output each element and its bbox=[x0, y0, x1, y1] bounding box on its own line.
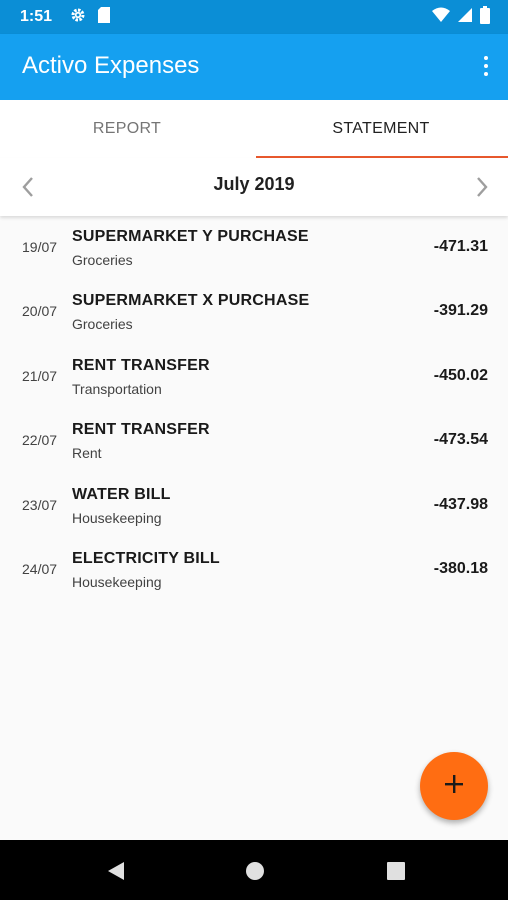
home-icon[interactable] bbox=[244, 860, 266, 882]
transaction-title: SUPERMARKET Y PURCHASE bbox=[72, 228, 309, 245]
back-icon[interactable] bbox=[104, 860, 126, 882]
app-bar: Activo Expenses bbox=[0, 34, 508, 100]
status-bar: 1:51 bbox=[0, 0, 508, 34]
add-expense-button[interactable] bbox=[420, 752, 488, 820]
transaction-title: RENT TRANSFER bbox=[72, 357, 210, 374]
transaction-row[interactable]: 22/07 RENT TRANSFER Rent -473.54 bbox=[0, 409, 508, 473]
transaction-category: Housekeeping bbox=[72, 510, 162, 526]
tab-statement[interactable]: STATEMENT bbox=[254, 100, 508, 158]
transaction-amount: -450.02 bbox=[433, 367, 488, 384]
transaction-date: 20/07 bbox=[22, 303, 58, 319]
transaction-amount: -380.18 bbox=[433, 560, 488, 577]
transaction-amount: -391.29 bbox=[433, 302, 488, 319]
sd-card-icon bbox=[98, 6, 111, 28]
transaction-row[interactable]: 19/07 SUPERMARKET Y PURCHASE Groceries -… bbox=[0, 216, 508, 280]
tab-bar: REPORT STATEMENT bbox=[0, 100, 508, 158]
system-nav-bar bbox=[0, 840, 508, 900]
chevron-right-icon[interactable] bbox=[470, 174, 494, 200]
plus-icon bbox=[443, 773, 465, 800]
transaction-date: 24/07 bbox=[22, 561, 58, 577]
signal-icon bbox=[458, 7, 472, 28]
transaction-title: ELECTRICITY BILL bbox=[72, 550, 220, 567]
transaction-title: SUPERMARKET X PURCHASE bbox=[72, 292, 310, 309]
transaction-row[interactable]: 23/07 WATER BILL Housekeeping -437.98 bbox=[0, 474, 508, 538]
transaction-date: 22/07 bbox=[22, 432, 58, 448]
battery-icon bbox=[480, 5, 490, 29]
transaction-title: RENT TRANSFER bbox=[72, 421, 210, 438]
status-time: 1:51 bbox=[20, 8, 53, 25]
transaction-amount: -471.31 bbox=[433, 238, 488, 255]
transaction-row[interactable]: 21/07 RENT TRANSFER Transportation -450.… bbox=[0, 345, 508, 409]
transaction-row[interactable]: 24/07 ELECTRICITY BILL Housekeeping -380… bbox=[0, 538, 508, 602]
transaction-category: Rent bbox=[72, 445, 102, 461]
overflow-menu-icon[interactable] bbox=[482, 54, 490, 80]
app-title: Activo Expenses bbox=[22, 52, 200, 79]
transaction-amount: -473.54 bbox=[433, 431, 488, 448]
transaction-date: 19/07 bbox=[22, 239, 58, 255]
recents-icon[interactable] bbox=[385, 860, 407, 882]
transaction-row[interactable]: 20/07 SUPERMARKET X PURCHASE Groceries -… bbox=[0, 280, 508, 344]
gear-icon bbox=[70, 7, 86, 28]
transaction-date: 23/07 bbox=[22, 497, 58, 513]
wifi-icon bbox=[432, 7, 450, 28]
transaction-category: Groceries bbox=[72, 316, 133, 332]
month-label: July 2019 bbox=[213, 174, 295, 194]
transaction-date: 21/07 bbox=[22, 368, 58, 384]
transaction-title: WATER BILL bbox=[72, 486, 171, 503]
transaction-category: Groceries bbox=[72, 252, 133, 268]
transaction-amount: -437.98 bbox=[433, 496, 488, 513]
tab-report[interactable]: REPORT bbox=[0, 100, 254, 158]
transaction-category: Transportation bbox=[72, 381, 162, 397]
month-navigation: July 2019 bbox=[0, 158, 508, 216]
transaction-category: Housekeeping bbox=[72, 574, 162, 590]
